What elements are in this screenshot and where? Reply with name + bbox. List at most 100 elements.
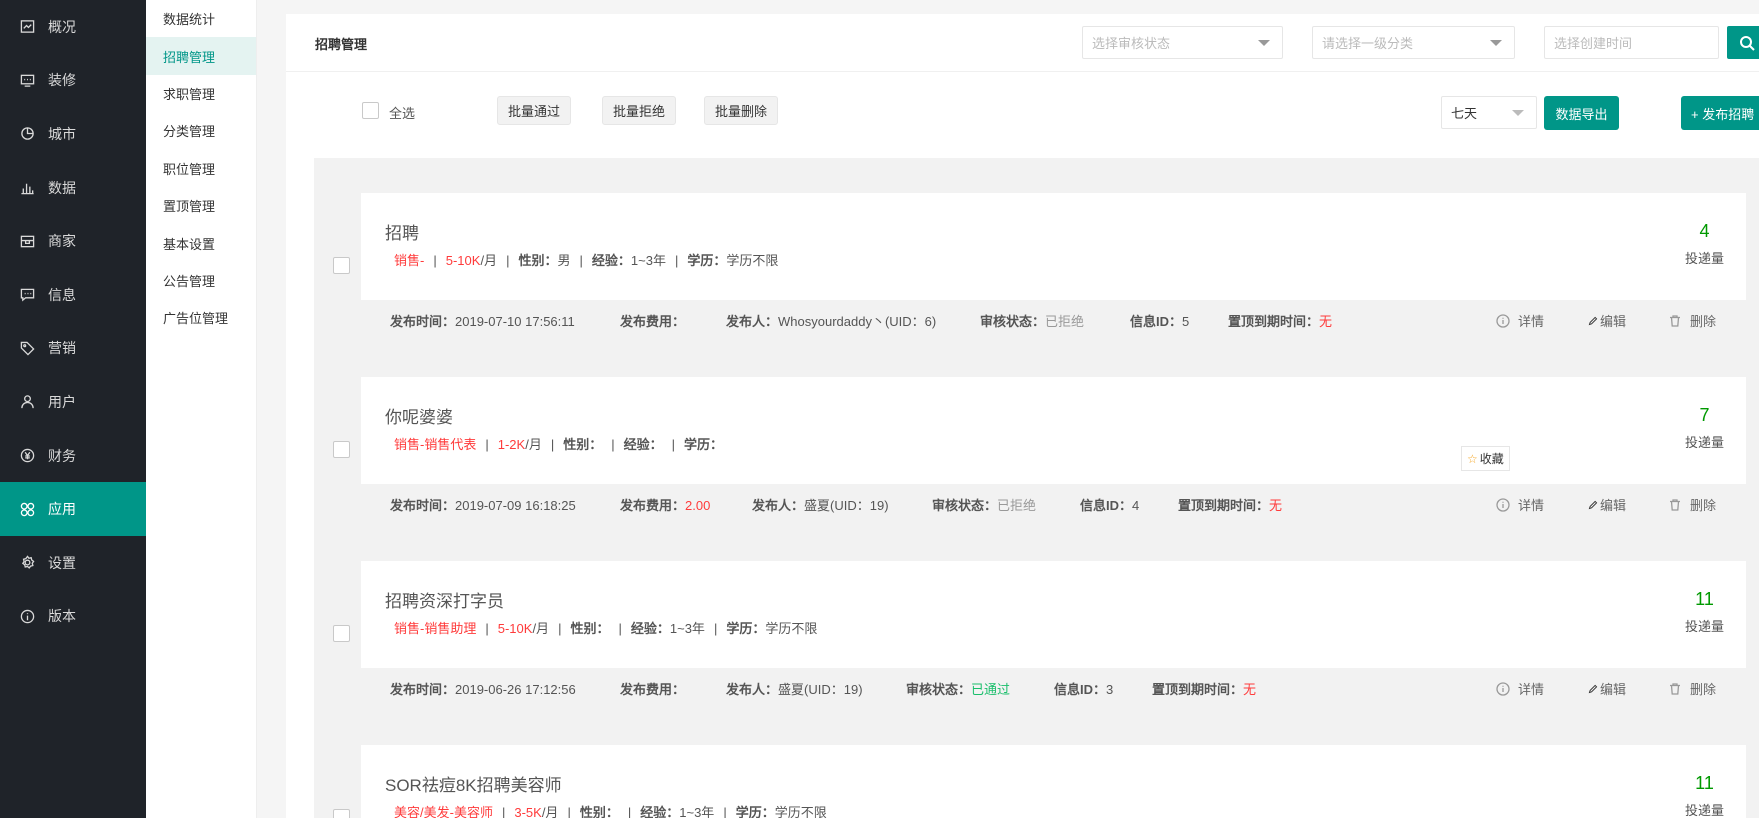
user-icon bbox=[18, 393, 36, 411]
education-value: 学历不限 bbox=[774, 805, 827, 818]
gender-label: 性别： bbox=[518, 253, 558, 268]
info-icon bbox=[18, 607, 36, 625]
submenu-item-basic-settings[interactable]: 基本设置 bbox=[146, 224, 256, 261]
star-icon: ☆ bbox=[1467, 451, 1478, 466]
listing-checkbox[interactable] bbox=[333, 441, 350, 458]
salary-unit: /月 bbox=[532, 621, 550, 636]
sidebar-item-data[interactable]: 数据 bbox=[0, 161, 146, 215]
review-status-value: 已拒绝 bbox=[1045, 314, 1085, 329]
edit-button[interactable]: 编辑 bbox=[1588, 311, 1626, 330]
publish-time-value: 2019-07-09 16:18:25 bbox=[455, 498, 576, 513]
experience-label: 经验： bbox=[640, 805, 680, 818]
publish-button[interactable]: + 发布招聘 bbox=[1681, 96, 1759, 130]
publish-fee-label: 发布费用： bbox=[620, 498, 686, 513]
favorite-tooltip[interactable]: ☆ 收藏 bbox=[1461, 446, 1510, 471]
listing-checkbox[interactable] bbox=[333, 809, 350, 818]
detail-button[interactable]: 详情 bbox=[1496, 495, 1544, 514]
sidebar-item-store[interactable]: 商家 bbox=[0, 214, 146, 268]
detail-label: 详情 bbox=[1518, 498, 1545, 513]
top-expire-label: 置顶到期时间： bbox=[1228, 314, 1320, 329]
batch-reject-button[interactable]: 批量拒绝 bbox=[602, 96, 677, 125]
detail-button[interactable]: 详情 bbox=[1496, 679, 1544, 698]
listing-card: 招聘资深打字员 销售-销售助理 | 5-10K/月 | 性别： | 经验：1~3年 | 学历：学… bbox=[333, 561, 1746, 707]
chevron-down-icon bbox=[1490, 40, 1502, 46]
delete-button[interactable]: 删除 bbox=[1668, 679, 1716, 698]
submenu-item-stats[interactable]: 数据统计 bbox=[146, 0, 256, 37]
experience-value: 1~3年 bbox=[669, 621, 705, 636]
submenu-item-recruitment[interactable]: 招聘管理 bbox=[146, 37, 256, 75]
period-select[interactable]: 七天 bbox=[1441, 96, 1537, 129]
sidebar-item-user[interactable]: 用户 bbox=[0, 375, 146, 429]
delete-button[interactable]: 删除 bbox=[1668, 495, 1716, 514]
listing-tags: 美容/美发-美容师 | 3-5K/月 | 性别： | 经验：1~3年 | 学历：学历不限 bbox=[394, 805, 827, 818]
listing-title[interactable]: 你呢婆婆 bbox=[385, 403, 453, 428]
export-button[interactable]: 数据导出 bbox=[1544, 96, 1619, 130]
publisher-label: 发布人： bbox=[752, 498, 805, 513]
info-id-label: 信息ID： bbox=[1130, 314, 1183, 329]
listing-checkbox[interactable] bbox=[333, 257, 350, 274]
education-value: 学历不限 bbox=[726, 253, 779, 268]
sidebar-item-message[interactable]: 信息 bbox=[0, 268, 146, 322]
batch-approve-button[interactable]: 批量通过 bbox=[497, 96, 572, 125]
date-input[interactable]: 选择创建时间 bbox=[1544, 26, 1719, 59]
detail-button[interactable]: 详情 bbox=[1496, 311, 1544, 330]
review-status: 审核状态：已拒绝 bbox=[980, 311, 1084, 330]
edit-button[interactable]: 编辑 bbox=[1588, 679, 1626, 698]
publish-fee: 发布费用： bbox=[620, 679, 685, 698]
sidebar-item-marketing[interactable]: 营销 bbox=[0, 322, 146, 376]
listing-title[interactable]: SOR祛痘8K招聘美容师 bbox=[385, 771, 562, 796]
listing-checkbox[interactable] bbox=[333, 625, 350, 642]
city-icon bbox=[18, 125, 36, 143]
salary-unit: /月 bbox=[480, 253, 498, 268]
publish-fee-label: 发布费用： bbox=[620, 682, 686, 697]
publisher-value: Whosyourdaddy丶(UID：6) bbox=[778, 314, 937, 329]
sidebar-item-label: 设置 bbox=[48, 554, 76, 571]
edit-button[interactable]: 编辑 bbox=[1588, 495, 1626, 514]
submenu-item-ad-slots[interactable]: 广告位管理 bbox=[146, 299, 256, 336]
delivery-count-value: 4 bbox=[1699, 221, 1710, 241]
gender-label: 性别： bbox=[579, 805, 619, 818]
listing-list: 招聘 销售- | 5-10K/月 | 性别：男 | 经验：1~3年 | 学历：学历不限 4 投递… bbox=[314, 158, 1759, 818]
trash-icon bbox=[1670, 314, 1680, 327]
sidebar-item-label: 商家 bbox=[48, 233, 76, 250]
top-expire-label: 置顶到期时间： bbox=[1152, 682, 1244, 697]
delete-label: 删除 bbox=[1690, 682, 1717, 697]
gender-label: 性别： bbox=[563, 437, 603, 452]
delivery-count-label: 投递量 bbox=[1684, 803, 1724, 818]
header: 招聘管理 选择审核状态 请选择一级分类 选择创建时间 bbox=[286, 14, 1759, 72]
top-expire: 置顶到期时间：无 bbox=[1228, 311, 1332, 330]
submenu-item-announcements[interactable]: 公告管理 bbox=[146, 262, 256, 299]
top-expire-label: 置顶到期时间： bbox=[1178, 498, 1270, 513]
trash-icon bbox=[1670, 682, 1680, 695]
review-status: 审核状态：已通过 bbox=[906, 679, 1010, 698]
salary: 1-2K bbox=[497, 437, 526, 452]
delete-button[interactable]: 删除 bbox=[1668, 311, 1716, 330]
submenu-item-pinned[interactable]: 置顶管理 bbox=[146, 187, 256, 224]
select-all-checkbox[interactable] bbox=[362, 102, 379, 119]
search-button[interactable] bbox=[1727, 26, 1759, 59]
listing-title[interactable]: 招聘 bbox=[385, 219, 419, 244]
sidebar-item-overview[interactable]: 概况 bbox=[0, 0, 146, 54]
batch-delete-button[interactable]: 批量删除 bbox=[704, 96, 779, 125]
submenu-item-job-seeking[interactable]: 求职管理 bbox=[146, 75, 256, 112]
sidebar-item-finance[interactable]: 财务 bbox=[0, 429, 146, 483]
publish-time-value: 2019-06-26 17:12:56 bbox=[455, 682, 576, 697]
sidebar-item-city[interactable]: 城市 bbox=[0, 107, 146, 161]
education-label: 学历： bbox=[726, 621, 766, 636]
submenu-item-positions[interactable]: 职位管理 bbox=[146, 150, 256, 187]
publish-fee: 发布费用：2.00 bbox=[620, 495, 710, 514]
sidebar-item-version[interactable]: 版本 bbox=[0, 590, 146, 644]
category-select[interactable]: 请选择一级分类 bbox=[1312, 26, 1515, 59]
publish-time-label: 发布时间： bbox=[390, 314, 456, 329]
category-tag: 销售- bbox=[394, 253, 425, 268]
sidebar-item-apps[interactable]: 应用 bbox=[0, 482, 146, 536]
listing-title[interactable]: 招聘资深打字员 bbox=[385, 587, 504, 612]
sidebar-item-decorate[interactable]: 装修 bbox=[0, 54, 146, 108]
publish-time: 发布时间：2019-06-26 17:12:56 bbox=[390, 679, 576, 698]
review-status-select[interactable]: 选择审核状态 bbox=[1082, 26, 1283, 59]
delivery-count-label: 投递量 bbox=[1684, 619, 1724, 634]
submenu-item-categories[interactable]: 分类管理 bbox=[146, 112, 256, 149]
publisher-value: 盛夏(UID：19) bbox=[804, 498, 889, 513]
message-icon bbox=[18, 286, 36, 304]
sidebar-item-settings[interactable]: 设置 bbox=[0, 536, 146, 590]
